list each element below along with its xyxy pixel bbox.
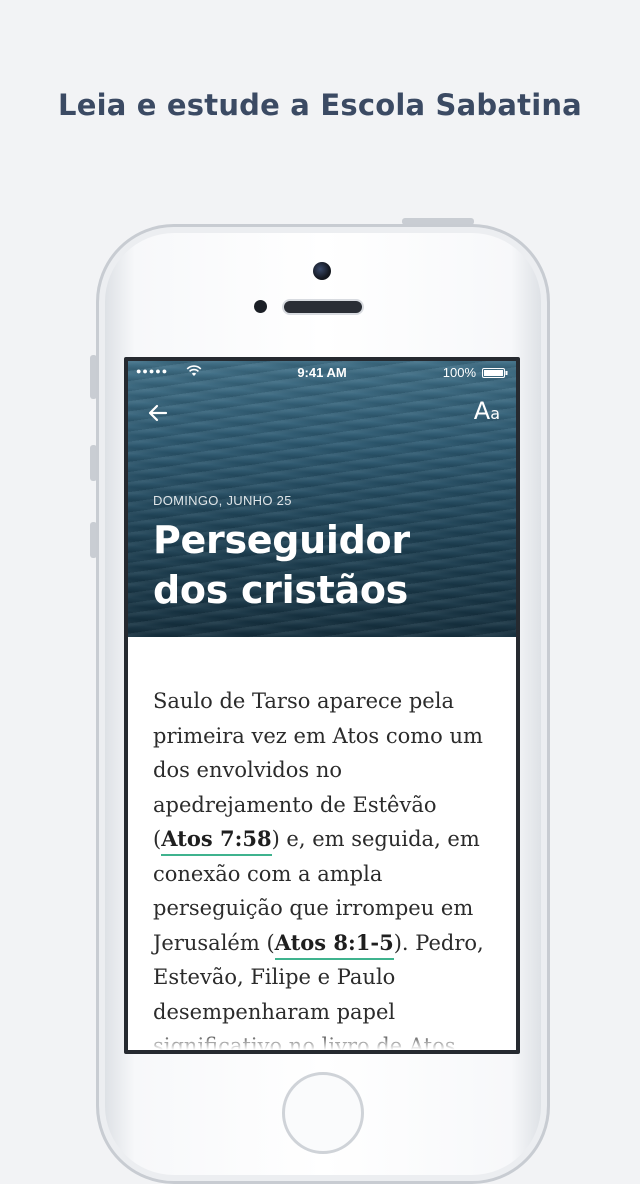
battery-percentage: 100% [442,365,476,380]
earpiece-speaker [284,301,362,313]
arrow-left-icon[interactable] [146,401,170,425]
headline: Leia e estude a Escola Sabatina [58,88,582,122]
lesson-header: ●●●●● 9:41 AM 100% Aa DOMINGO, JUNHO 25 … [128,361,516,637]
home-button [282,1072,364,1154]
lesson-article: Saulo de Tarso aparece pela primeira vez… [153,684,498,1050]
phone-screen: ●●●●● 9:41 AM 100% Aa DOMINGO, JUNHO 25 … [124,357,520,1054]
status-bar: ●●●●● 9:41 AM 100% [128,361,516,387]
font-size-large-letter: A [473,397,491,425]
verse-link[interactable]: Atos 8:1-5 [274,929,394,960]
verse-link[interactable]: Atos 7:58 [161,826,272,856]
font-size-small-letter: a [490,404,500,423]
scroll-fade [128,1032,516,1050]
front-camera [313,262,331,280]
app-screen: ●●●●● 9:41 AM 100% Aa DOMINGO, JUNHO 25 … [128,361,516,1050]
font-settings-button[interactable]: Aa [474,399,500,423]
battery-icon [482,368,508,378]
lesson-date: DOMINGO, JUNHO 25 [153,493,292,508]
proximity-sensor [254,300,267,313]
lesson-title: Perseguidor dos cristãos [153,518,410,612]
